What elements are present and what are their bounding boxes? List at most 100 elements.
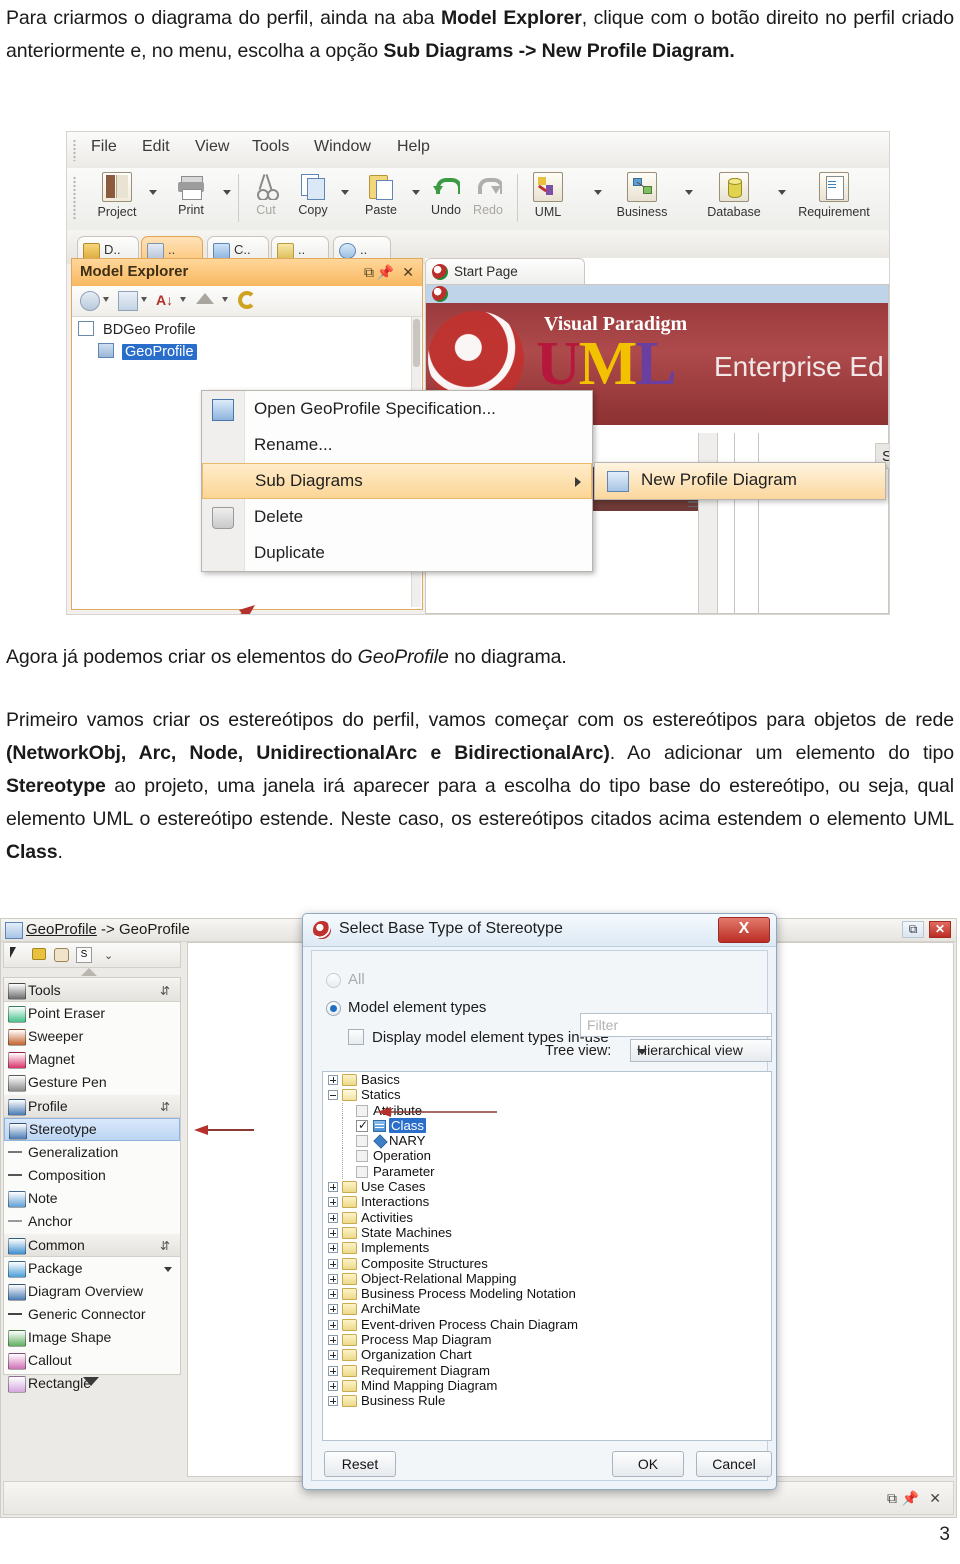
pointer-icon[interactable] xyxy=(10,947,20,958)
palette-item-generic-connector[interactable]: Generic Connector xyxy=(4,1303,180,1326)
toolbar-button-database[interactable]: Database xyxy=(699,172,769,219)
cancel-button[interactable]: Cancel xyxy=(696,1451,772,1477)
menu-item-file[interactable]: File xyxy=(91,138,117,156)
expand-icon[interactable] xyxy=(328,1182,338,1192)
chevron-down-icon-palette[interactable]: ⌄ xyxy=(104,949,113,962)
toolbar-button-project[interactable]: Project xyxy=(89,172,145,219)
palette-resize-icon[interactable]: ⇵ xyxy=(160,1101,172,1113)
checkbox-icon[interactable] xyxy=(356,1166,368,1178)
toolbar-button-paste[interactable]: Paste xyxy=(355,172,407,217)
expand-icon[interactable] xyxy=(328,1335,338,1345)
palette-item-diagram-overview[interactable]: Diagram Overview xyxy=(4,1280,180,1303)
checkbox-icon[interactable] xyxy=(356,1150,368,1162)
expand-icon[interactable] xyxy=(328,1381,338,1391)
palette-item-generalization[interactable]: Generalization xyxy=(4,1141,180,1164)
chevron-down-icon-package[interactable] xyxy=(164,1267,172,1272)
tree-view-select[interactable]: Hierarchical view xyxy=(630,1039,772,1062)
tree-row-business-rule[interactable]: Business Rule xyxy=(323,1393,771,1408)
tree-row-archimate[interactable]: ArchiMate xyxy=(323,1301,771,1316)
palette-group-profile[interactable]: Profile⇵ xyxy=(4,1094,180,1118)
tree-row-business-process-modeling-notation[interactable]: Business Process Modeling Notation xyxy=(323,1286,771,1301)
tree-row-activities[interactable]: Activities xyxy=(323,1210,771,1225)
context-menu-item-delete[interactable]: Delete xyxy=(202,499,592,535)
chevron-down-icon-business[interactable] xyxy=(685,190,693,195)
tree-row-interactions[interactable]: Interactions xyxy=(323,1194,771,1209)
expand-icon[interactable] xyxy=(328,1259,338,1269)
tree-row-use-cases[interactable]: Use Cases xyxy=(323,1179,771,1194)
toolbar-button-redo[interactable]: Redo xyxy=(466,172,510,217)
expand-icon[interactable] xyxy=(328,1350,338,1360)
tree-row-process-map-diagram[interactable]: Process Map Diagram xyxy=(323,1332,771,1347)
toolbar-button-copy[interactable]: Copy xyxy=(289,172,337,217)
context-menu-item-sub-diagrams[interactable]: Sub Diagrams xyxy=(202,463,592,499)
chevron-down-icon-project[interactable] xyxy=(149,190,157,195)
expand-icon[interactable] xyxy=(328,1320,338,1330)
chevron-down-icon-paste[interactable] xyxy=(412,190,420,195)
expand-icon[interactable] xyxy=(328,1366,338,1376)
expand-icon[interactable] xyxy=(328,1228,338,1238)
tree-row-operation[interactable]: Operation xyxy=(323,1148,771,1163)
expand-icon[interactable] xyxy=(328,1396,338,1406)
model-element-type-tree[interactable]: BasicsStaticsAttributeClassNARYOperation… xyxy=(322,1071,772,1441)
toolbar-button-business[interactable]: Business xyxy=(607,172,677,219)
toolbar-button-print[interactable]: Print xyxy=(163,172,219,217)
scrollbar-thumb[interactable] xyxy=(413,319,420,367)
refresh-icon[interactable] xyxy=(238,291,256,309)
tree-row-requirement-diagram[interactable]: Requirement Diagram xyxy=(323,1363,771,1378)
expand-icon[interactable] xyxy=(328,1274,338,1284)
checkbox-icon[interactable] xyxy=(356,1105,368,1117)
palette-item-stereotype[interactable]: Stereotype xyxy=(4,1118,180,1141)
tree-row-composite-structures[interactable]: Composite Structures xyxy=(323,1256,771,1271)
checkbox-display-in-use[interactable] xyxy=(348,1029,364,1045)
close-icon-status[interactable]: ✕ xyxy=(929,1490,941,1507)
palette-item-sweeper[interactable]: Sweeper xyxy=(4,1025,180,1048)
chevron-down-icon-requirement[interactable] xyxy=(889,190,890,195)
expand-icon[interactable] xyxy=(328,1289,338,1299)
restore-icon-status[interactable]: ⧉ xyxy=(887,1490,897,1507)
menu-item-window[interactable]: Window xyxy=(314,138,371,156)
pin-icon[interactable]: 📌 xyxy=(377,264,394,281)
palette-item-point-eraser[interactable]: Point Eraser xyxy=(4,1002,180,1025)
group-by-icon[interactable] xyxy=(118,291,138,311)
expand-icon[interactable] xyxy=(328,1304,338,1314)
menu-item-view[interactable]: View xyxy=(195,138,229,156)
sort-az-icon[interactable]: A↓ xyxy=(156,291,174,309)
palette-item-anchor[interactable]: Anchor xyxy=(4,1210,180,1233)
palette-item-image-shape[interactable]: Image Shape xyxy=(4,1326,180,1349)
palette-group-tools[interactable]: Tools⇵ xyxy=(4,978,180,1002)
expand-icon[interactable] xyxy=(328,1075,338,1085)
pan-icon[interactable] xyxy=(54,948,69,962)
palette-item-magnet[interactable]: Magnet xyxy=(4,1048,180,1071)
chevron-down-icon-uml[interactable] xyxy=(594,190,602,195)
palette-group-common[interactable]: Common⇵ xyxy=(4,1233,180,1257)
context-menu-item-rename[interactable]: Rename... xyxy=(202,427,592,463)
expand-icon[interactable] xyxy=(328,1243,338,1253)
menu-item-edit[interactable]: Edit xyxy=(142,138,170,156)
chevron-down-icon-new-model[interactable] xyxy=(103,297,109,302)
toolbar-button-requirement[interactable]: Requirement xyxy=(789,172,879,219)
chevron-down-icon-copy[interactable] xyxy=(341,190,349,195)
tree-row-basics[interactable]: Basics xyxy=(323,1072,771,1087)
tree-row-statics[interactable]: Statics xyxy=(323,1087,771,1102)
radio-model-element-types[interactable] xyxy=(326,1001,341,1016)
expand-icon[interactable] xyxy=(328,1197,338,1207)
tree-row-implements[interactable]: Implements xyxy=(323,1240,771,1255)
collapse-up-icon[interactable] xyxy=(196,293,214,304)
tab-start-page[interactable]: Start Page xyxy=(425,258,585,284)
diagram-palette[interactable]: Tools⇵Point EraserSweeperMagnetGesture P… xyxy=(3,977,181,1375)
tree-row-state-machines[interactable]: State Machines xyxy=(323,1225,771,1240)
context-menu-item-open-specification[interactable]: Open GeoProfile Specification... xyxy=(202,391,592,427)
menu-item-help[interactable]: Help xyxy=(397,138,430,156)
close-icon[interactable]: ✕ xyxy=(402,264,414,281)
tree-row-mind-mapping-diagram[interactable]: Mind Mapping Diagram xyxy=(323,1378,771,1393)
tree-row-nary[interactable]: NARY xyxy=(323,1133,771,1148)
palette-resize-icon[interactable]: ⇵ xyxy=(160,1240,172,1252)
chevron-down-icon-sort[interactable] xyxy=(180,297,186,302)
context-menu[interactable]: Open GeoProfile Specification... Rename.… xyxy=(201,390,593,572)
tree-row-event-driven-process-chain-diagram[interactable]: Event-driven Process Chain Diagram xyxy=(323,1317,771,1332)
toolbar-button-uml[interactable]: UML xyxy=(525,172,571,219)
checkbox-icon[interactable] xyxy=(356,1135,368,1147)
sweeper-s-icon[interactable]: S xyxy=(76,947,92,963)
palette-scroll-down-icon[interactable] xyxy=(83,1377,99,1386)
close-icon-dialog[interactable]: X xyxy=(718,917,770,943)
